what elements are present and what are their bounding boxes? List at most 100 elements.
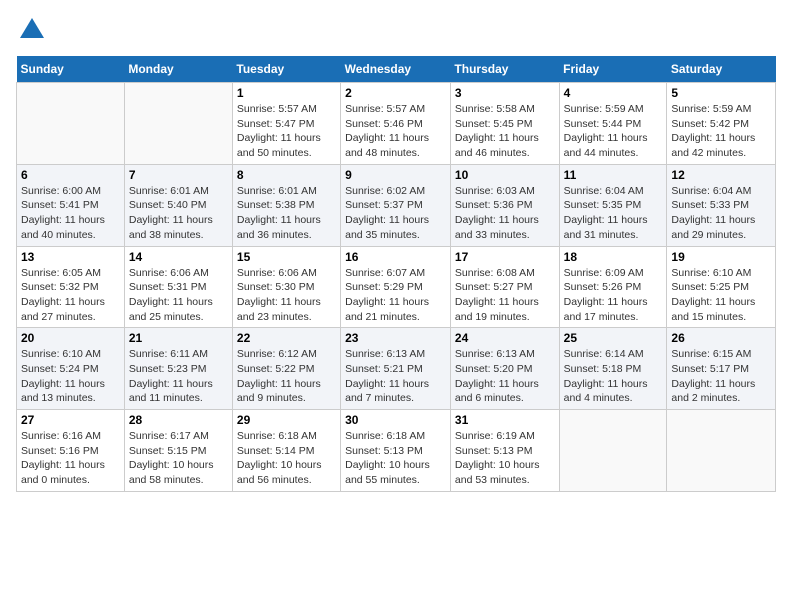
day-detail: Sunrise: 6:08 AM Sunset: 5:27 PM Dayligh…: [455, 266, 555, 325]
calendar-cell: 27 Sunrise: 6:16 AM Sunset: 5:16 PM Dayli…: [17, 410, 125, 492]
day-number: 15: [237, 250, 336, 264]
day-number: 24: [455, 331, 555, 345]
day-number: 1: [237, 86, 336, 100]
calendar-cell: 31 Sunrise: 6:19 AM Sunset: 5:13 PM Dayli…: [450, 410, 559, 492]
day-number: 4: [564, 86, 663, 100]
calendar-cell: 22Sunrise: 6:12 AM Sunset: 5:22 PM Dayli…: [232, 328, 340, 410]
day-number: 3: [455, 86, 555, 100]
calendar-cell: 9 Sunrise: 6:02 AM Sunset: 5:37 PM Daylig…: [341, 164, 451, 246]
day-detail: Sunrise: 6:02 AM Sunset: 5:37 PM Dayligh…: [345, 184, 446, 243]
day-detail: Sunrise: 6:07 AM Sunset: 5:29 PM Dayligh…: [345, 266, 446, 325]
day-number: 10: [455, 168, 555, 182]
day-detail: Sunrise: 6:13 AM Sunset: 5:20 PM Dayligh…: [455, 347, 555, 406]
calendar-week-row: 20 Sunrise: 6:10 AM Sunset: 5:24 PM Dayli…: [17, 328, 776, 410]
day-number: 14: [129, 250, 228, 264]
day-number: 25: [564, 331, 663, 345]
calendar-cell: 10 Sunrise: 6:03 AM Sunset: 5:36 PM Dayli…: [450, 164, 559, 246]
day-detail: Sunrise: 6:03 AM Sunset: 5:36 PM Dayligh…: [455, 184, 555, 243]
day-number: 5: [671, 86, 771, 100]
calendar-week-row: 27 Sunrise: 6:16 AM Sunset: 5:16 PM Dayli…: [17, 410, 776, 492]
day-detail: Sunrise: 6:18 AM Sunset: 5:14 PM Dayligh…: [237, 429, 336, 488]
calendar-cell: 1Sunrise: 5:57 AM Sunset: 5:47 PM Daylig…: [232, 83, 340, 165]
day-detail: Sunrise: 6:13 AM Sunset: 5:21 PM Dayligh…: [345, 347, 446, 406]
day-number: 7: [129, 168, 228, 182]
calendar-cell: [559, 410, 667, 492]
calendar-cell: 17Sunrise: 6:08 AM Sunset: 5:27 PM Dayli…: [450, 246, 559, 328]
day-detail: Sunrise: 5:58 AM Sunset: 5:45 PM Dayligh…: [455, 102, 555, 161]
calendar-cell: 28 Sunrise: 6:17 AM Sunset: 5:15 PM Dayli…: [124, 410, 232, 492]
day-number: 22: [237, 331, 336, 345]
calendar-table: SundayMondayTuesdayWednesdayThursdayFrid…: [16, 56, 776, 492]
weekday-header-friday: Friday: [559, 56, 667, 83]
day-detail: Sunrise: 6:01 AM Sunset: 5:40 PM Dayligh…: [129, 184, 228, 243]
day-number: 20: [21, 331, 120, 345]
calendar-cell: 3 Sunrise: 5:58 AM Sunset: 5:45 PM Daylig…: [450, 83, 559, 165]
calendar-cell: 4 Sunrise: 5:59 AM Sunset: 5:44 PM Daylig…: [559, 83, 667, 165]
day-detail: Sunrise: 6:09 AM Sunset: 5:26 PM Dayligh…: [564, 266, 663, 325]
calendar-week-row: 1Sunrise: 5:57 AM Sunset: 5:47 PM Daylig…: [17, 83, 776, 165]
calendar-cell: [667, 410, 776, 492]
day-number: 9: [345, 168, 446, 182]
weekday-header-monday: Monday: [124, 56, 232, 83]
day-number: 2: [345, 86, 446, 100]
calendar-cell: 6 Sunrise: 6:00 AM Sunset: 5:41 PM Daylig…: [17, 164, 125, 246]
calendar-cell: 2Sunrise: 5:57 AM Sunset: 5:46 PM Daylig…: [341, 83, 451, 165]
day-detail: Sunrise: 6:14 AM Sunset: 5:18 PM Dayligh…: [564, 347, 663, 406]
day-detail: Sunrise: 6:05 AM Sunset: 5:32 PM Dayligh…: [21, 266, 120, 325]
calendar-header-row: SundayMondayTuesdayWednesdayThursdayFrid…: [17, 56, 776, 83]
day-detail: Sunrise: 6:16 AM Sunset: 5:16 PM Dayligh…: [21, 429, 120, 488]
day-detail: Sunrise: 6:15 AM Sunset: 5:17 PM Dayligh…: [671, 347, 771, 406]
calendar-cell: 30Sunrise: 6:18 AM Sunset: 5:13 PM Dayli…: [341, 410, 451, 492]
day-detail: Sunrise: 6:01 AM Sunset: 5:38 PM Dayligh…: [237, 184, 336, 243]
day-number: 13: [21, 250, 120, 264]
calendar-cell: 13 Sunrise: 6:05 AM Sunset: 5:32 PM Dayli…: [17, 246, 125, 328]
page-header: [16, 16, 776, 44]
day-number: 12: [671, 168, 771, 182]
day-number: 21: [129, 331, 228, 345]
calendar-week-row: 6 Sunrise: 6:00 AM Sunset: 5:41 PM Daylig…: [17, 164, 776, 246]
calendar-week-row: 13 Sunrise: 6:05 AM Sunset: 5:32 PM Dayli…: [17, 246, 776, 328]
day-number: 28: [129, 413, 228, 427]
day-detail: Sunrise: 6:06 AM Sunset: 5:31 PM Dayligh…: [129, 266, 228, 325]
day-number: 23: [345, 331, 446, 345]
calendar-cell: 19Sunrise: 6:10 AM Sunset: 5:25 PM Dayli…: [667, 246, 776, 328]
calendar-cell: 7 Sunrise: 6:01 AM Sunset: 5:40 PM Daylig…: [124, 164, 232, 246]
day-number: 29: [237, 413, 336, 427]
day-number: 31: [455, 413, 555, 427]
calendar-cell: [124, 83, 232, 165]
calendar-cell: 8Sunrise: 6:01 AM Sunset: 5:38 PM Daylig…: [232, 164, 340, 246]
day-detail: Sunrise: 6:04 AM Sunset: 5:35 PM Dayligh…: [564, 184, 663, 243]
calendar-cell: 12 Sunrise: 6:04 AM Sunset: 5:33 PM Dayli…: [667, 164, 776, 246]
day-detail: Sunrise: 6:19 AM Sunset: 5:13 PM Dayligh…: [455, 429, 555, 488]
calendar-cell: 14 Sunrise: 6:06 AM Sunset: 5:31 PM Dayli…: [124, 246, 232, 328]
calendar-cell: [17, 83, 125, 165]
calendar-cell: 15 Sunrise: 6:06 AM Sunset: 5:30 PM Dayli…: [232, 246, 340, 328]
weekday-header-thursday: Thursday: [450, 56, 559, 83]
day-number: 18: [564, 250, 663, 264]
logo: [16, 16, 46, 44]
day-detail: Sunrise: 6:06 AM Sunset: 5:30 PM Dayligh…: [237, 266, 336, 325]
day-number: 11: [564, 168, 663, 182]
calendar-cell: 29 Sunrise: 6:18 AM Sunset: 5:14 PM Dayli…: [232, 410, 340, 492]
day-detail: Sunrise: 6:18 AM Sunset: 5:13 PM Dayligh…: [345, 429, 446, 488]
calendar-cell: 23 Sunrise: 6:13 AM Sunset: 5:21 PM Dayli…: [341, 328, 451, 410]
weekday-header-tuesday: Tuesday: [232, 56, 340, 83]
calendar-cell: 5Sunrise: 5:59 AM Sunset: 5:42 PM Daylig…: [667, 83, 776, 165]
day-detail: Sunrise: 6:10 AM Sunset: 5:24 PM Dayligh…: [21, 347, 120, 406]
calendar-cell: 18 Sunrise: 6:09 AM Sunset: 5:26 PM Dayli…: [559, 246, 667, 328]
day-number: 6: [21, 168, 120, 182]
day-number: 27: [21, 413, 120, 427]
day-detail: Sunrise: 6:17 AM Sunset: 5:15 PM Dayligh…: [129, 429, 228, 488]
calendar-cell: 11 Sunrise: 6:04 AM Sunset: 5:35 PM Dayli…: [559, 164, 667, 246]
weekday-header-wednesday: Wednesday: [341, 56, 451, 83]
day-number: 19: [671, 250, 771, 264]
day-number: 16: [345, 250, 446, 264]
day-detail: Sunrise: 6:04 AM Sunset: 5:33 PM Dayligh…: [671, 184, 771, 243]
day-detail: Sunrise: 5:59 AM Sunset: 5:44 PM Dayligh…: [564, 102, 663, 161]
calendar-cell: 25 Sunrise: 6:14 AM Sunset: 5:18 PM Dayli…: [559, 328, 667, 410]
calendar-cell: 24 Sunrise: 6:13 AM Sunset: 5:20 PM Dayli…: [450, 328, 559, 410]
calendar-cell: 21Sunrise: 6:11 AM Sunset: 5:23 PM Dayli…: [124, 328, 232, 410]
weekday-header-sunday: Sunday: [17, 56, 125, 83]
calendar-cell: 16 Sunrise: 6:07 AM Sunset: 5:29 PM Dayli…: [341, 246, 451, 328]
day-detail: Sunrise: 6:00 AM Sunset: 5:41 PM Dayligh…: [21, 184, 120, 243]
